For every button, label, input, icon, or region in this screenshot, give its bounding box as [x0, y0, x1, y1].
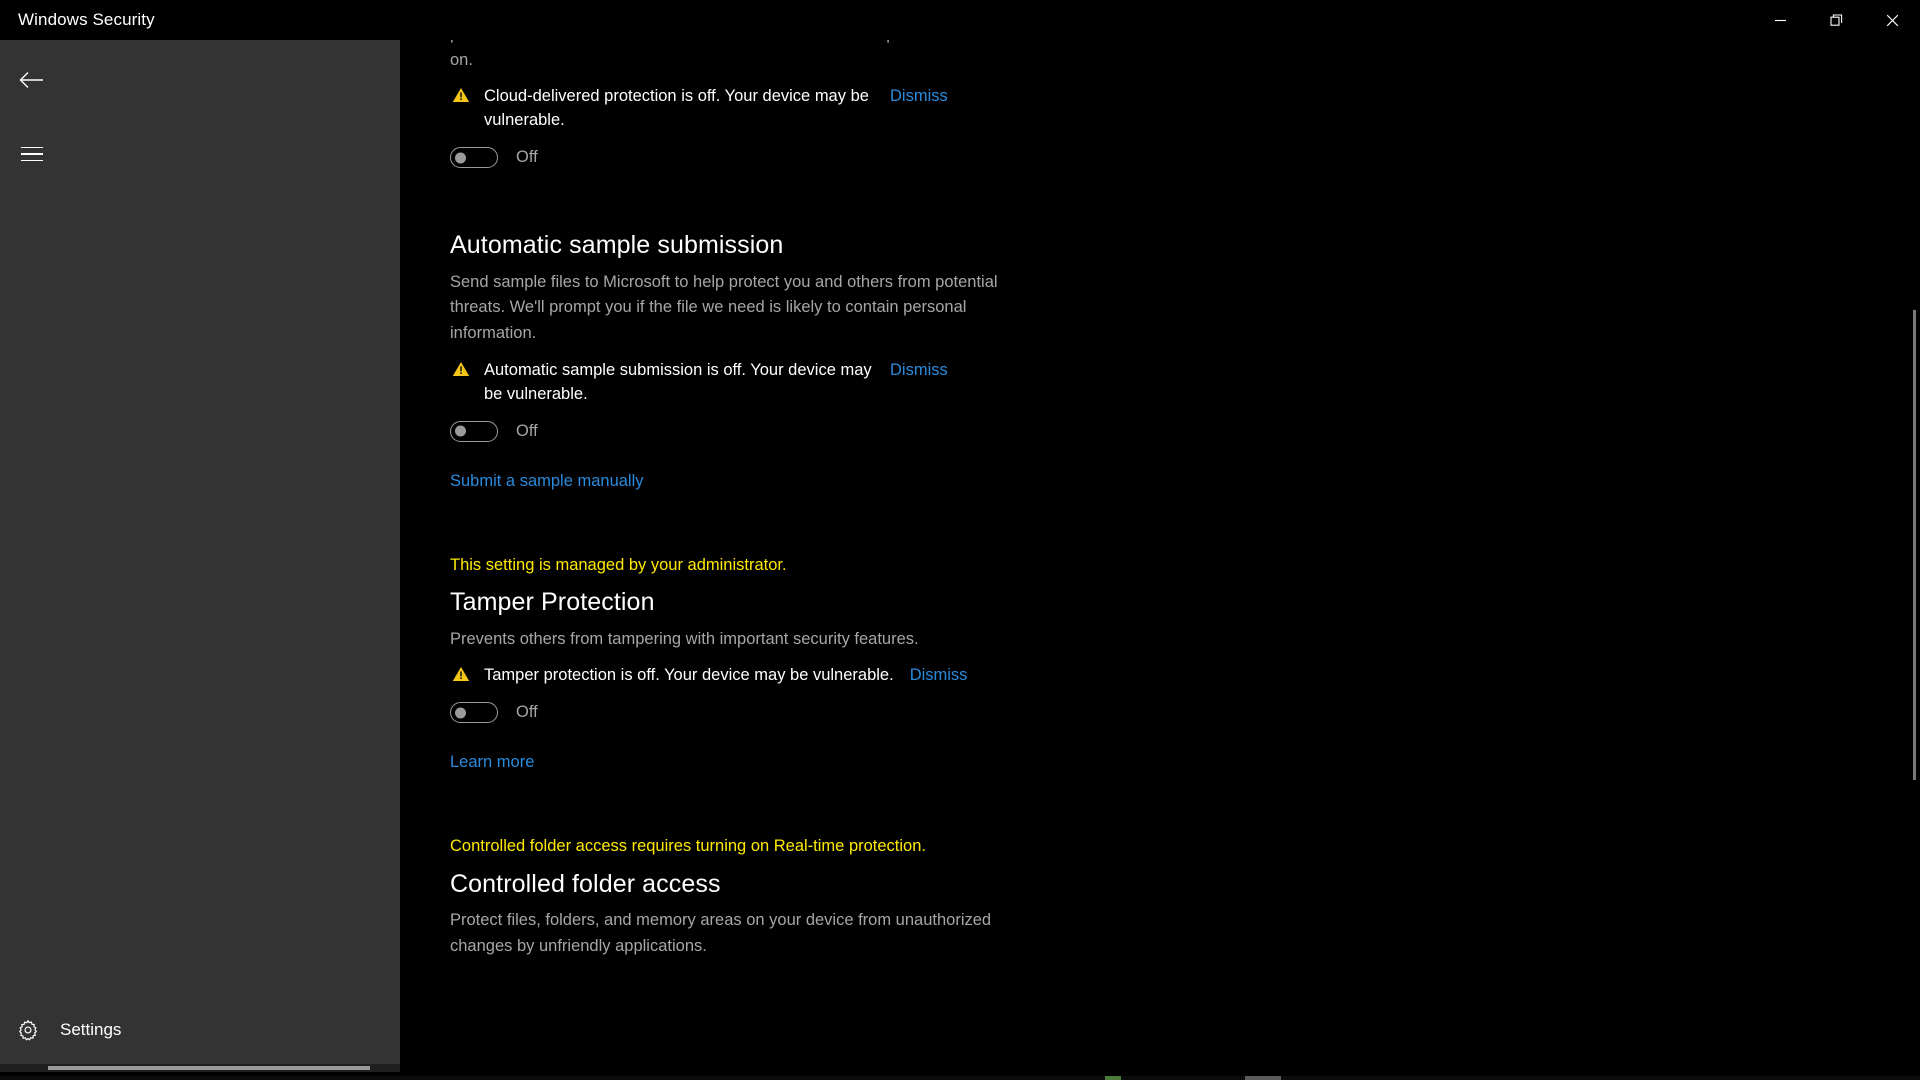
toggle-state-label: Off	[516, 703, 538, 722]
window-title: Windows Security	[18, 10, 155, 29]
section-automatic-sample-submission: Automatic sample submission Send sample …	[450, 230, 1650, 490]
clipped-paragraph: protection data in the cloud. Works best…	[450, 40, 1047, 69]
sidebar-settings-label: Settings	[60, 1020, 122, 1039]
hamburger-icon-line	[21, 153, 43, 155]
title-bar: Windows Security	[0, 0, 1920, 40]
hamburger-icon-line	[21, 159, 43, 162]
section-controlled-folder-access: Controlled folder access requires turnin…	[450, 834, 1650, 959]
taskbar-indicator-green	[1105, 1076, 1121, 1080]
toggle-row: Off	[450, 702, 1650, 724]
learn-more-link[interactable]: Learn more	[450, 753, 534, 772]
hamburger-icon-line	[21, 146, 43, 149]
toggle-row: Off	[450, 147, 1650, 169]
warning-triangle-icon	[450, 359, 472, 377]
taskbar-indicator-gray	[1245, 1076, 1281, 1080]
scrollbar-thumb[interactable]	[1913, 310, 1916, 780]
section-tamper-protection: This setting is managed by your administ…	[450, 553, 1650, 773]
section-cloud-delivered-protection: Cloud-delivered protection is off. Your …	[450, 85, 1650, 169]
automatic-sample-submission-toggle[interactable]	[450, 420, 498, 442]
toggle-state-label: Off	[516, 148, 538, 167]
toggle-state-label: Off	[516, 421, 538, 440]
section-description: Send sample files to Microsoft to help p…	[450, 272, 998, 343]
toggle-knob	[455, 707, 466, 719]
warning-text: Cloud-delivered protection is off. Your …	[484, 87, 869, 130]
scrollbar-thumb[interactable]	[48, 1066, 370, 1070]
toggle-knob	[455, 425, 466, 437]
minimize-button[interactable]	[1752, 0, 1808, 40]
warning-row: Cloud-delivered protection is off. Your …	[450, 85, 1650, 133]
sidebar: Settings	[0, 40, 400, 1072]
cloud-delivered-protection-toggle[interactable]	[450, 147, 498, 169]
warning-text: Automatic sample submission is off. Your…	[484, 360, 872, 403]
gear-icon	[0, 1019, 56, 1041]
section-description: Prevents others from tampering with impo…	[450, 629, 919, 648]
taskbar-sliver	[0, 1076, 1920, 1080]
dismiss-link[interactable]: Dismiss	[890, 85, 948, 109]
sidebar-item-settings[interactable]: Settings	[0, 1006, 400, 1054]
toggle-row: Off	[450, 420, 1650, 442]
close-button[interactable]	[1864, 0, 1920, 40]
back-button[interactable]	[8, 58, 56, 102]
section-title: Controlled folder access	[450, 870, 721, 899]
realtime-required-note: Controlled folder access requires turnin…	[450, 837, 926, 856]
toggle-knob	[455, 152, 466, 164]
content-vertical-scrollbar[interactable]	[1906, 40, 1920, 1080]
warning-triangle-icon	[450, 85, 472, 103]
dismiss-link[interactable]: Dismiss	[890, 359, 948, 383]
section-description: Protect files, folders, and memory areas…	[450, 911, 992, 955]
dismiss-link[interactable]: Dismiss	[910, 664, 968, 688]
main-content: protection data in the cloud. Works best…	[400, 40, 1920, 1080]
warning-text: Tamper protection is off. Your device ma…	[484, 666, 894, 685]
window-controls	[1752, 0, 1920, 40]
section-title: Automatic sample submission	[450, 231, 784, 260]
hamburger-menu-button[interactable]	[8, 132, 56, 176]
warning-triangle-icon	[450, 664, 472, 682]
back-arrow-icon	[19, 72, 43, 88]
sidebar-horizontal-scrollbar[interactable]	[0, 1064, 400, 1072]
admin-managed-note: This setting is managed by your administ…	[450, 555, 787, 574]
section-title: Tamper Protection	[450, 588, 655, 617]
restore-button[interactable]	[1808, 0, 1864, 40]
warning-row: Automatic sample submission is off. Your…	[450, 359, 1650, 407]
tamper-protection-toggle[interactable]	[450, 702, 498, 724]
warning-row: Tamper protection is off. Your device ma…	[450, 664, 1650, 688]
submit-sample-manually-link[interactable]: Submit a sample manually	[450, 472, 644, 491]
